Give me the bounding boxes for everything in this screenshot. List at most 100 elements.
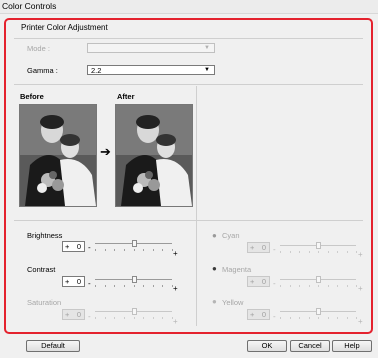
photo-graphic bbox=[20, 105, 96, 206]
slider-tick bbox=[114, 249, 116, 251]
cancel-button[interactable]: Cancel bbox=[290, 340, 330, 352]
slider-tick bbox=[143, 285, 145, 287]
slider-tick bbox=[299, 251, 300, 253]
slider-tick bbox=[327, 285, 329, 287]
before-label: Before bbox=[20, 92, 44, 101]
slider-tick bbox=[172, 249, 173, 251]
slider-tick bbox=[308, 251, 310, 253]
separator bbox=[14, 84, 363, 85]
slider-tick bbox=[346, 285, 348, 287]
chevron-down-icon: ▼ bbox=[204, 45, 210, 51]
help-button[interactable]: Help bbox=[332, 340, 372, 352]
slider-tick bbox=[172, 317, 173, 319]
slider-tick bbox=[346, 251, 348, 253]
minus-label: - bbox=[88, 243, 91, 252]
value: 0 bbox=[261, 310, 266, 319]
title-bar: Color Controls bbox=[0, 0, 378, 14]
magenta-slider-thumb[interactable] bbox=[316, 276, 321, 283]
slider-tick bbox=[289, 285, 291, 287]
brightness-slider-thumb[interactable] bbox=[131, 240, 137, 247]
after-label: After bbox=[117, 92, 135, 101]
contrast-input[interactable]: + 0 bbox=[62, 276, 85, 287]
magenta-label: Magenta bbox=[222, 265, 252, 274]
value: 0 bbox=[76, 310, 81, 319]
ok-button[interactable]: OK bbox=[247, 340, 287, 352]
minus-label: - bbox=[273, 279, 276, 288]
chevron-down-icon: ▼ bbox=[204, 67, 210, 73]
cyan-drop-icon: ● bbox=[212, 231, 217, 240]
slider-tick bbox=[289, 251, 291, 253]
slider-tick bbox=[280, 251, 281, 253]
yellow-drop-icon: ● bbox=[212, 297, 217, 306]
slider-tick bbox=[133, 285, 135, 287]
slider-tick bbox=[318, 251, 319, 253]
plus-label: + bbox=[358, 250, 363, 259]
slider-tick bbox=[299, 285, 300, 287]
plus-label: + bbox=[173, 249, 178, 258]
slider-tick bbox=[337, 317, 338, 319]
arrow-right-icon: ➔ bbox=[100, 144, 111, 159]
yellow-slider-thumb[interactable] bbox=[316, 308, 321, 315]
photo-graphic bbox=[116, 105, 192, 206]
value: 0 bbox=[261, 243, 266, 252]
slider-tick bbox=[123, 249, 125, 251]
slider-tick bbox=[337, 285, 338, 287]
slider-tick bbox=[327, 251, 329, 253]
slider-tick bbox=[143, 317, 145, 319]
slider-tick bbox=[143, 249, 145, 251]
slider-tick bbox=[123, 285, 125, 287]
plus-label: + bbox=[173, 284, 178, 293]
brightness-label: Brightness bbox=[27, 231, 63, 240]
slider-tick bbox=[308, 317, 310, 319]
slider-tick bbox=[95, 317, 96, 319]
saturation-input[interactable]: + 0 bbox=[62, 309, 85, 320]
vertical-separator bbox=[196, 86, 197, 326]
slider-tick bbox=[104, 249, 106, 251]
slider-tick bbox=[95, 249, 96, 251]
sign: + bbox=[250, 243, 255, 252]
slider-tick bbox=[133, 317, 135, 319]
slider-tick bbox=[162, 249, 164, 251]
magenta-drop-icon: ● bbox=[212, 264, 217, 273]
cyan-slider-thumb[interactable] bbox=[316, 242, 321, 249]
slider-tick bbox=[318, 317, 319, 319]
slider-tick bbox=[299, 317, 300, 319]
minus-label: - bbox=[88, 279, 91, 288]
group-separator bbox=[14, 38, 363, 39]
slider-tick bbox=[123, 317, 125, 319]
saturation-slider-thumb[interactable] bbox=[131, 308, 137, 315]
sign: + bbox=[65, 242, 70, 251]
slider-tick bbox=[95, 285, 96, 287]
gamma-select[interactable]: 2.2 ▼ bbox=[87, 65, 215, 75]
sign: + bbox=[250, 277, 255, 286]
slider-tick bbox=[114, 317, 116, 319]
minus-label: - bbox=[88, 312, 91, 321]
gamma-value: 2.2 bbox=[91, 66, 102, 75]
slider-tick bbox=[104, 317, 106, 319]
cyan-input[interactable]: + 0 bbox=[247, 242, 270, 253]
value: 0 bbox=[76, 277, 81, 286]
contrast-slider-thumb[interactable] bbox=[131, 276, 137, 283]
slider-tick bbox=[162, 317, 164, 319]
window-title: Color Controls bbox=[2, 1, 57, 11]
default-button[interactable]: Default bbox=[26, 340, 80, 352]
slider-tick bbox=[280, 285, 281, 287]
magenta-input[interactable]: + 0 bbox=[247, 276, 270, 287]
group-title: Printer Color Adjustment bbox=[21, 23, 108, 32]
value: 0 bbox=[261, 277, 266, 286]
mode-select[interactable]: ▼ bbox=[87, 43, 215, 53]
slider-tick bbox=[356, 251, 357, 253]
slider-tick bbox=[172, 285, 173, 287]
minus-label: - bbox=[273, 312, 276, 321]
gamma-label: Gamma : bbox=[27, 66, 58, 75]
cyan-label: Cyan bbox=[222, 231, 240, 240]
slider-tick bbox=[114, 285, 116, 287]
sign: + bbox=[250, 310, 255, 319]
plus-label: + bbox=[358, 284, 363, 293]
yellow-input[interactable]: + 0 bbox=[247, 309, 270, 320]
separator bbox=[14, 220, 363, 221]
brightness-input[interactable]: + 0 bbox=[62, 241, 85, 252]
mode-label: Mode : bbox=[27, 44, 50, 53]
slider-tick bbox=[308, 285, 310, 287]
slider-tick bbox=[133, 249, 135, 251]
